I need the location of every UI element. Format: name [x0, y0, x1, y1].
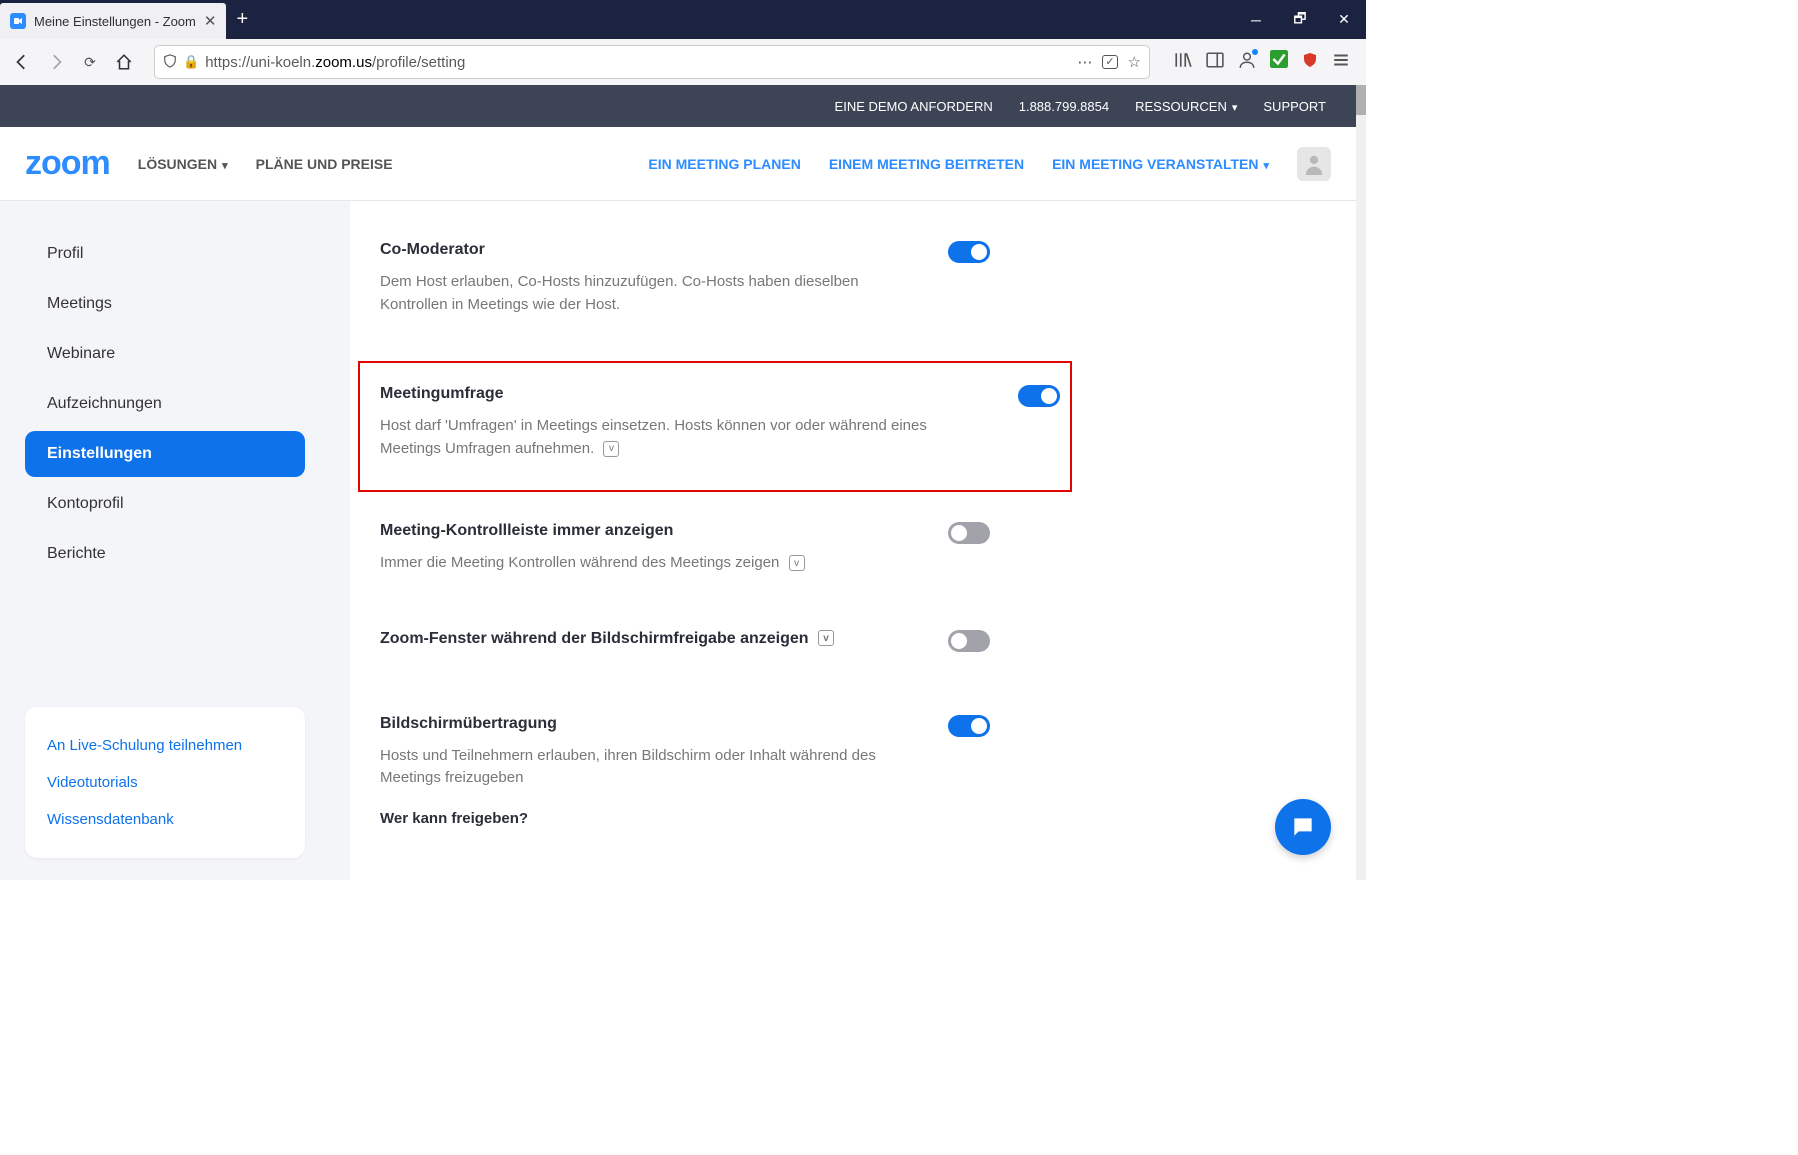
sidebar-item-profile[interactable]: Profil [25, 231, 305, 277]
security-icon[interactable] [1302, 52, 1318, 73]
nav-host[interactable]: EIN MEETING VERANSTALTEN [1052, 156, 1269, 172]
toggle-toolbar[interactable] [948, 522, 990, 544]
lock-icon[interactable]: 🔒 [183, 54, 199, 70]
setting-desc: Dem Host erlauben, Co-Hosts hinzuzufügen… [380, 271, 908, 316]
back-button[interactable] [8, 48, 36, 76]
setting-toolbar: Meeting-Kontrollleiste immer anzeigen Im… [380, 522, 1000, 575]
chat-button[interactable] [1275, 799, 1331, 855]
sidebar-help-card: An Live-Schulung teilnehmen Videotutoria… [25, 707, 305, 858]
zoom-favicon [10, 13, 26, 29]
main-nav: zoom LÖSUNGEN PLÄNE UND PREISE EIN MEETI… [0, 127, 1356, 201]
help-icon[interactable]: v [603, 441, 619, 457]
help-live-training[interactable]: An Live-Schulung teilnehmen [47, 727, 283, 764]
sidebar-item-settings[interactable]: Einstellungen [25, 431, 305, 477]
url-more-icon[interactable]: ⋯ [1077, 53, 1092, 71]
scrollbar-thumb[interactable] [1356, 85, 1366, 115]
page-viewport: EINE DEMO ANFORDERN 1.888.799.8854 RESSO… [0, 85, 1356, 880]
help-icon[interactable]: v [789, 555, 805, 571]
help-knowledge-base[interactable]: Wissensdatenbank [47, 801, 283, 838]
nav-join[interactable]: EINEM MEETING BEITRETEN [829, 156, 1024, 172]
sidebar-item-meetings[interactable]: Meetings [25, 281, 305, 327]
shield-icon[interactable] [163, 54, 177, 71]
bookmark-icon[interactable]: ☆ [1128, 53, 1141, 71]
sidebar-icon[interactable] [1206, 51, 1224, 74]
setting-title: Bildschirmübertragung [380, 715, 908, 733]
setting-show-window: Zoom-Fenster während der Bildschirmfreig… [380, 630, 1000, 660]
request-demo-link[interactable]: EINE DEMO ANFORDERN [835, 99, 993, 114]
browser-navbar: ⟳ 🔒 https://uni-koeln.zoom.us/profile/se… [0, 39, 1366, 86]
privacy-icon[interactable] [1270, 50, 1288, 74]
help-video-tutorials[interactable]: Videotutorials [47, 764, 283, 801]
reader-icon[interactable]: ✓ [1102, 55, 1117, 69]
support-link[interactable]: SUPPORT [1263, 99, 1326, 114]
minimize-button[interactable]: ─ [1234, 0, 1278, 39]
resources-dropdown[interactable]: RESSOURCEN [1135, 99, 1237, 114]
sidebar-item-webinars[interactable]: Webinare [25, 331, 305, 377]
setting-title: Co-Moderator [380, 241, 908, 259]
menu-icon[interactable] [1332, 51, 1350, 74]
browser-tab-strip: Meine Einstellungen - Zoom ✕ + ─ 🗗 ✕ [0, 0, 1366, 39]
sidebar-item-account[interactable]: Kontoprofil [25, 481, 305, 527]
url-text: https://uni-koeln.zoom.us/profile/settin… [205, 54, 1071, 71]
setting-screen-share: Bildschirmübertragung Hosts und Teilnehm… [380, 715, 1000, 827]
close-window-button[interactable]: ✕ [1322, 0, 1366, 39]
nav-solutions[interactable]: LÖSUNGEN [138, 156, 228, 172]
window-controls: ─ 🗗 ✕ [1234, 0, 1366, 39]
nav-plans[interactable]: PLÄNE UND PREISE [256, 156, 393, 172]
sidebar-item-recordings[interactable]: Aufzeichnungen [25, 381, 305, 427]
help-icon[interactable]: v [818, 630, 834, 646]
close-tab-icon[interactable]: ✕ [204, 12, 217, 30]
maximize-button[interactable]: 🗗 [1278, 0, 1322, 39]
tab-title: Meine Einstellungen - Zoom [34, 14, 196, 29]
setting-title: Meetingumfrage [380, 385, 978, 403]
toggle-polling[interactable] [1018, 385, 1060, 407]
toggle-screen-share[interactable] [948, 715, 990, 737]
phone-link[interactable]: 1.888.799.8854 [1019, 99, 1109, 114]
setting-subquestion: Wer kann freigeben? [380, 810, 908, 827]
settings-panel: Co-Moderator Dem Host erlauben, Co-Hosts… [350, 201, 1356, 880]
utility-bar: EINE DEMO ANFORDERN 1.888.799.8854 RESSO… [0, 85, 1356, 127]
toggle-co-moderator[interactable] [948, 241, 990, 263]
browser-tab[interactable]: Meine Einstellungen - Zoom ✕ [0, 3, 226, 39]
forward-button[interactable] [42, 48, 70, 76]
setting-desc: Immer die Meeting Kontrollen während des… [380, 552, 908, 575]
reload-button[interactable]: ⟳ [76, 48, 104, 76]
setting-desc: Hosts und Teilnehmern erlauben, ihren Bi… [380, 745, 908, 790]
new-tab-button[interactable]: + [226, 0, 258, 39]
setting-polling: Meetingumfrage Host darf 'Umfragen' in M… [358, 361, 1072, 492]
sidebar-item-reports[interactable]: Berichte [25, 531, 305, 577]
zoom-logo[interactable]: zoom [25, 144, 110, 183]
library-icon[interactable] [1174, 51, 1192, 74]
setting-title: Meeting-Kontrollleiste immer anzeigen [380, 522, 908, 540]
setting-desc: Host darf 'Umfragen' in Meetings einsetz… [380, 415, 978, 460]
toggle-show-window[interactable] [948, 630, 990, 652]
url-bar[interactable]: 🔒 https://uni-koeln.zoom.us/profile/sett… [154, 45, 1150, 79]
nav-schedule[interactable]: EIN MEETING PLANEN [648, 156, 800, 172]
page-scrollbar[interactable] [1356, 85, 1366, 880]
sidebar: Profil Meetings Webinare Aufzeichnungen … [0, 201, 350, 880]
account-icon[interactable] [1238, 51, 1256, 74]
setting-co-moderator: Co-Moderator Dem Host erlauben, Co-Hosts… [380, 241, 1000, 316]
browser-toolbar [1166, 50, 1358, 74]
profile-avatar[interactable] [1297, 147, 1331, 181]
home-button[interactable] [110, 48, 138, 76]
setting-title: Zoom-Fenster während der Bildschirmfreig… [380, 630, 908, 648]
